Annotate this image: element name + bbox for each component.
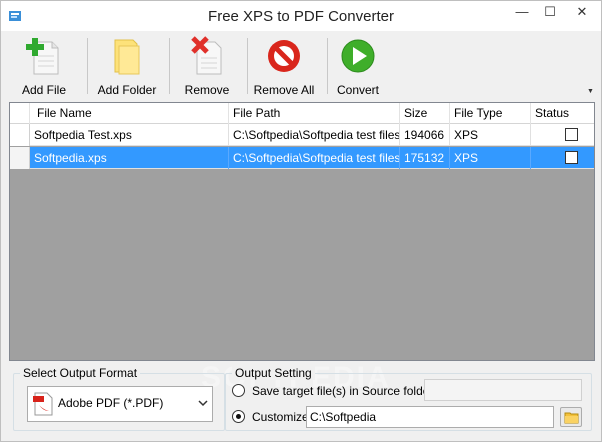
output-setting-group: Output Setting Save target file(s) in So… — [225, 366, 592, 431]
toolbar-separator — [247, 38, 248, 94]
customize-radio[interactable] — [232, 410, 245, 423]
status-checkbox[interactable] — [565, 151, 578, 164]
cell-file-type: XPS — [450, 147, 531, 169]
cell-file-path: C:\Softpedia\Softpedia test files — [229, 147, 400, 169]
toolbar: Add File Add Folder Remove Remove All Co… — [9, 32, 595, 98]
browse-folder-button[interactable] — [560, 407, 582, 427]
folder-icon — [564, 412, 579, 424]
remove-all-label: Remove All — [253, 83, 315, 97]
custom-path-input[interactable]: C:\Softpedia — [306, 406, 554, 428]
add-file-button[interactable]: Add File — [11, 34, 77, 98]
column-header-file-path[interactable]: File Path — [229, 103, 400, 124]
pdf-icon — [33, 392, 53, 416]
remove-all-button[interactable]: Remove All — [249, 34, 319, 98]
add-file-icon — [26, 38, 59, 75]
output-format-select[interactable]: Adobe PDF (*.PDF) — [27, 386, 213, 422]
cell-size: 194066 — [400, 124, 450, 146]
toolbar-separator — [87, 38, 88, 94]
column-header-size[interactable]: Size — [400, 103, 450, 124]
convert-play-icon — [341, 39, 375, 73]
minimize-button[interactable]: — — [508, 2, 536, 24]
source-folder-radio[interactable] — [232, 384, 245, 397]
table-row[interactable]: Softpedia Test.xps C:\Softpedia\Softpedi… — [10, 124, 594, 146]
column-header-file-name[interactable]: File Name — [30, 103, 229, 124]
output-format-group: Select Output Format Adobe PDF (*.PDF) — [13, 366, 225, 431]
convert-label: Convert — [336, 83, 380, 97]
cell-file-name: Softpedia Test.xps — [30, 124, 229, 146]
output-format-value: Adobe PDF (*.PDF) — [58, 396, 164, 410]
cell-file-path: C:\Softpedia\Softpedia test files — [229, 124, 400, 146]
output-format-legend: Select Output Format — [20, 366, 141, 380]
column-header-status[interactable]: Status — [531, 103, 594, 124]
customize-label[interactable]: Customize — [252, 410, 309, 424]
remove-label: Remove — [184, 83, 230, 97]
maximize-button[interactable]: ☐ — [536, 2, 564, 24]
close-button[interactable]: ✕ — [564, 2, 600, 24]
file-list-grid[interactable]: File Name File Path Size File Type Statu… — [9, 102, 595, 361]
add-folder-label: Add Folder — [97, 83, 157, 97]
row-header-corner — [10, 103, 30, 124]
row-header[interactable] — [10, 124, 30, 146]
remove-all-icon — [268, 40, 300, 72]
table-row-selected[interactable]: Softpedia.xps C:\Softpedia\Softpedia tes… — [10, 147, 594, 169]
toolbar-separator — [327, 38, 328, 94]
cell-file-name: Softpedia.xps — [30, 147, 229, 169]
status-checkbox[interactable] — [565, 128, 578, 141]
cell-file-type: XPS — [450, 124, 531, 146]
convert-button[interactable]: Convert — [329, 34, 387, 98]
cell-size: 175132 — [400, 147, 450, 169]
row-header[interactable] — [10, 147, 30, 169]
add-folder-button[interactable]: Add Folder — [93, 34, 161, 98]
remove-button[interactable]: Remove — [175, 34, 239, 98]
chevron-down-icon[interactable] — [198, 398, 208, 408]
toolbar-separator — [169, 38, 170, 94]
grid-header: File Name File Path Size File Type Statu… — [10, 103, 594, 124]
folder-icon — [114, 39, 140, 75]
remove-icon — [191, 36, 222, 75]
app-window: Free XPS to PDF Converter — ☐ ✕ Add File — [0, 0, 602, 442]
column-header-file-type[interactable]: File Type — [450, 103, 531, 124]
source-folder-label[interactable]: Save target file(s) in Source folder — [252, 384, 433, 398]
output-setting-legend: Output Setting — [232, 366, 315, 380]
add-file-label: Add File — [21, 83, 67, 97]
toolbar-overflow-button[interactable]: ▼ — [587, 88, 595, 96]
title-bar[interactable]: Free XPS to PDF Converter — ☐ ✕ — [1, 1, 601, 31]
source-folder-field — [424, 379, 582, 401]
